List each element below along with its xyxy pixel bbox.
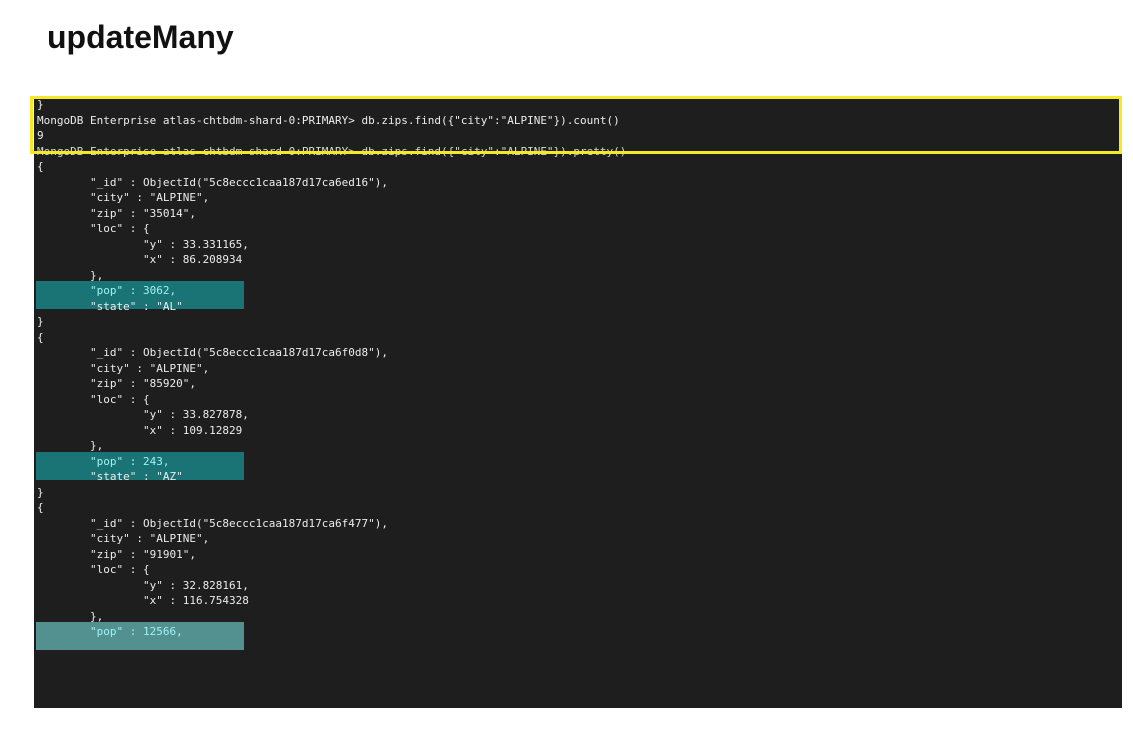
terminal-line-text: "x" : 109.12829 [37, 423, 243, 437]
terminal-line-text: "zip" : "91901", [37, 547, 196, 561]
terminal-line: "loc" : { [37, 562, 1122, 578]
slide-title: updateMany [47, 19, 234, 55]
terminal-line-text: "pop" : 3062, [37, 284, 177, 297]
terminal-line: "city" : "ALPINE", [37, 361, 1122, 377]
terminal-line: "x" : 86.208934 [37, 252, 1122, 268]
terminal-line-text: "loc" : { [37, 563, 150, 576]
terminal-line: "city" : "ALPINE", [37, 531, 1122, 547]
terminal-line-text: "pop" : 243, [37, 454, 170, 468]
terminal-line: "y" : 33.827878, [37, 407, 1122, 423]
terminal-line-text: "_id" : ObjectId("5c8eccc1caa187d17ca6f0… [37, 346, 388, 359]
terminal-line: "x" : 116.754328 [37, 593, 1122, 609]
terminal-line: "loc" : { [37, 221, 1122, 237]
terminal-line-text: "x" : 86.208934 [37, 253, 243, 266]
terminal-line-text: "city" : "ALPINE", [37, 191, 210, 204]
terminal-line-text: } [37, 98, 44, 111]
terminal-line: "loc" : { [37, 392, 1122, 408]
terminal-line-text: "pop" : 12566, [37, 625, 183, 638]
terminal-line-text: "loc" : { [37, 392, 150, 406]
terminal-line-pop-highlight: "pop" : 243, [36, 451, 1122, 479]
terminal-line-pop-highlight: "pop" : 12566, [36, 622, 1122, 650]
terminal-line-text: "zip" : "35014", [37, 206, 196, 220]
terminal-line: } [37, 97, 1122, 113]
terminal-line-text: "zip" : "85920", [37, 377, 196, 390]
terminal-line: { [37, 159, 1122, 175]
terminal-line-text: } [37, 315, 44, 328]
terminal-line: { [37, 500, 1122, 516]
terminal-line: "y" : 32.828161, [37, 578, 1122, 594]
terminal-line-text: "y" : 33.827878, [37, 408, 249, 421]
terminal-line-text: "city" : "ALPINE", [37, 532, 210, 545]
terminal-output: } MongoDB Enterprise atlas-chtbdm-shard-0… [36, 97, 1122, 650]
terminal-line-text: }, [37, 609, 104, 623]
terminal-line: MongoDB Enterprise atlas-chtbdm-shard-0:… [37, 144, 1122, 160]
terminal-line-text: "_id" : ObjectId("5c8eccc1caa187d17ca6f4… [37, 516, 388, 530]
terminal-line-text: }, [37, 268, 104, 282]
terminal-line-text: "x" : 116.754328 [37, 594, 249, 607]
terminal-line: } [37, 485, 1122, 501]
terminal-window[interactable]: } MongoDB Enterprise atlas-chtbdm-shard-0… [34, 96, 1122, 708]
terminal-line-text: 9 [37, 129, 44, 142]
terminal-line-text: { [37, 160, 44, 173]
terminal-line-text: { [37, 501, 44, 514]
terminal-line-text: MongoDB Enterprise atlas-chtbdm-shard-0:… [37, 144, 627, 158]
terminal-line: "_id" : ObjectId("5c8eccc1caa187d17ca6f0… [37, 345, 1122, 361]
terminal-line: "zip" : "35014", [37, 206, 1122, 222]
terminal-line-text: } [37, 485, 44, 499]
terminal-line: "city" : "ALPINE", [37, 190, 1122, 206]
terminal-line: "zip" : "85920", [37, 376, 1122, 392]
terminal-line: MongoDB Enterprise atlas-chtbdm-shard-0:… [37, 113, 1122, 129]
terminal-line: 9 [37, 128, 1122, 144]
terminal-line-text: }, [37, 439, 104, 452]
terminal-line-text: "_id" : ObjectId("5c8eccc1caa187d17ca6ed… [37, 175, 388, 189]
terminal-line-pop-highlight: "pop" : 3062, [36, 281, 1122, 309]
terminal-line-text: "y" : 32.828161, [37, 578, 249, 592]
terminal-line-text: "loc" : { [37, 222, 150, 235]
terminal-line-text: MongoDB Enterprise atlas-chtbdm-shard-0:… [37, 113, 620, 127]
terminal-line-text: { [37, 330, 44, 344]
terminal-line-text: "state" : "AL" [37, 299, 183, 313]
terminal-line-text: "city" : "ALPINE", [37, 361, 210, 375]
terminal-line: "_id" : ObjectId("5c8eccc1caa187d17ca6f4… [37, 516, 1122, 532]
terminal-line-text: "state" : "AZ" [37, 470, 183, 483]
terminal-line-text: "y" : 33.331165, [37, 237, 249, 251]
terminal-line: { [37, 330, 1122, 346]
terminal-line: "_id" : ObjectId("5c8eccc1caa187d17ca6ed… [37, 175, 1122, 191]
terminal-line: "zip" : "91901", [37, 547, 1122, 563]
terminal-line: "y" : 33.331165, [37, 237, 1122, 253]
terminal-line: "x" : 109.12829 [37, 423, 1122, 439]
terminal-line: } [37, 314, 1122, 330]
